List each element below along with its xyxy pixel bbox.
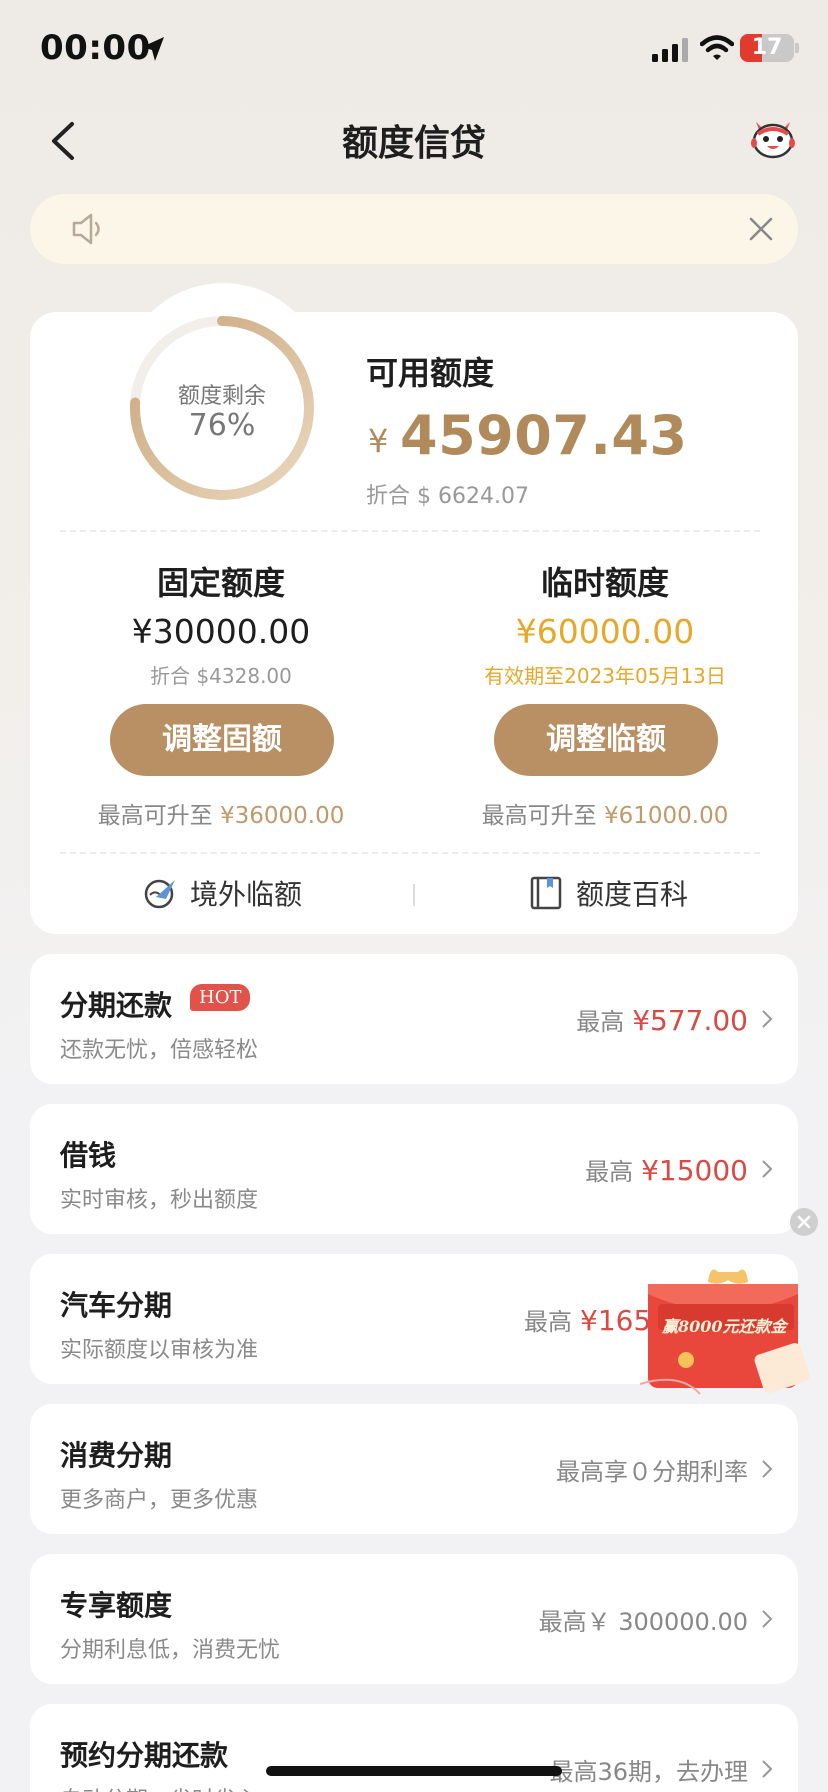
globe-plane-icon [144, 879, 175, 909]
close-icon[interactable] [746, 214, 776, 244]
chevron-right-icon [762, 1160, 773, 1178]
list-item-subtitle: 还款无忧，倍感轻松 [60, 1038, 259, 1063]
remaining-label: 额度剩余 [177, 384, 266, 409]
list-item-right-prefix: 最高 [524, 1308, 572, 1336]
chevron-right-icon [762, 1610, 773, 1628]
wiki-link-label: 额度百科 [576, 878, 689, 911]
fixed-limit-usd: 折合 $4328.00 [150, 664, 292, 688]
temp-max-prefix: 最高可升至 [481, 803, 597, 829]
available-label: 可用额度 [366, 354, 495, 392]
hot-badge: HOT [190, 984, 251, 1011]
close-icon [797, 1215, 811, 1229]
list-item-right-text: 最高享０分期利率 [556, 1458, 748, 1486]
list-item-right: 最高 ¥165 [524, 1302, 651, 1337]
list-item-subtitle: 实际额度以审核为准 [60, 1338, 259, 1363]
available-amount: 45907.43 [400, 404, 688, 467]
list-item-right: 最高 ¥15000 [585, 1152, 748, 1187]
fixed-max-prefix: 最高可升至 [97, 803, 213, 829]
notice-bar[interactable] [30, 194, 798, 264]
list-item-title: 借钱 [60, 1139, 117, 1172]
list-item-right-prefix: 最高 [576, 1008, 625, 1036]
list-item-subtitle: 更多商户，更多优惠 [60, 1488, 259, 1513]
chevron-right-icon [762, 1760, 773, 1778]
promo-text: 赢8000元还款金 [662, 1317, 787, 1336]
list-item-right-value: ¥15000 [641, 1154, 748, 1187]
temp-limit-title: 临时额度 [540, 564, 669, 602]
list-item-borrow[interactable]: 借钱 实时审核，秒出额度 最高 ¥15000 [30, 1104, 798, 1234]
list-item-right-prefix: 最高 [585, 1158, 634, 1186]
available-usd: 折合 $ 6624.07 [366, 484, 529, 509]
home-indicator[interactable] [266, 1766, 562, 1776]
list-item-right-text: 最高￥ 300000.00 [538, 1608, 748, 1636]
list-item-title: 专享额度 [60, 1589, 173, 1622]
status-time: 00:00 [40, 28, 151, 68]
divider [60, 852, 760, 854]
link-separator [413, 884, 415, 906]
temp-max: 最高可升至 ¥61000.00 [440, 796, 770, 830]
available-currency: ¥ [368, 422, 389, 460]
overseas-temp-limit-link[interactable]: 境外临额 [142, 872, 302, 914]
temp-max-value: ¥61000.00 [603, 803, 729, 829]
location-arrow-icon [142, 37, 164, 61]
remaining-percent: 76% [188, 408, 256, 443]
list-item-title: 消费分期 [60, 1439, 173, 1472]
list-item-subtitle: 分期利息低，消费无忧 [60, 1638, 281, 1663]
temp-limit-amount: ¥60000.00 [515, 612, 695, 651]
speaker-icon [72, 213, 100, 245]
cellular-signal-icon [652, 38, 688, 62]
mascot-avatar-icon[interactable] [750, 116, 796, 160]
list-item-installment-repay[interactable]: 分期还款 HOT 还款无忧，倍感轻松 最高 ¥577.00 [30, 954, 798, 1084]
promo-close-button[interactable] [790, 1208, 818, 1236]
fixed-limit-amount: ¥30000.00 [131, 612, 311, 651]
adjust-temp-button[interactable]: 调整临额 [494, 704, 718, 776]
battery-level: 17 [751, 35, 783, 60]
wifi-icon [700, 35, 734, 60]
list-item-right-value: ¥577.00 [632, 1004, 748, 1037]
list-item-consumer-installment[interactable]: 消费分期 更多商户，更多优惠 最高享０分期利率 [30, 1404, 798, 1534]
fixed-max: 最高可升至 ¥36000.00 [56, 796, 386, 830]
fixed-limit-title: 固定额度 [156, 564, 285, 602]
list-item-title: 分期还款 [60, 989, 173, 1022]
divider [60, 530, 760, 532]
list-item-subtitle: 实时审核，秒出额度 [60, 1188, 259, 1213]
credit-wiki-link[interactable]: 额度百科 [528, 872, 688, 914]
list-item-title: 预约分期还款 [60, 1739, 229, 1772]
adjust-fixed-button[interactable]: 调整固额 [110, 704, 334, 776]
list-item-right: 最高 ¥577.00 [576, 1002, 748, 1037]
page-title: 额度信贷 [341, 123, 486, 164]
overseas-link-label: 境外临额 [190, 878, 303, 911]
book-icon [530, 876, 562, 910]
list-item-right-text: 最高36期，去办理 [549, 1758, 748, 1786]
list-item-subtitle: 自动分期，省时省心 [60, 1782, 258, 1792]
chevron-right-icon [762, 1460, 773, 1478]
chevron-right-icon [762, 1010, 773, 1028]
list-item-exclusive-limit[interactable]: 专享额度 分期利息低，消费无忧 最高￥ 300000.00 [30, 1554, 798, 1684]
battery-cap [795, 43, 799, 53]
battery-indicator: 17 [740, 34, 794, 62]
fixed-max-value: ¥36000.00 [219, 803, 345, 829]
list-item-scheduled-installment[interactable]: 预约分期还款 自动分期，省时省心 最高36期，去办理 [30, 1704, 798, 1792]
list-item-title: 汽车分期 [60, 1289, 173, 1322]
temp-limit-expiry: 有效期至2023年05月13日 [484, 664, 726, 688]
